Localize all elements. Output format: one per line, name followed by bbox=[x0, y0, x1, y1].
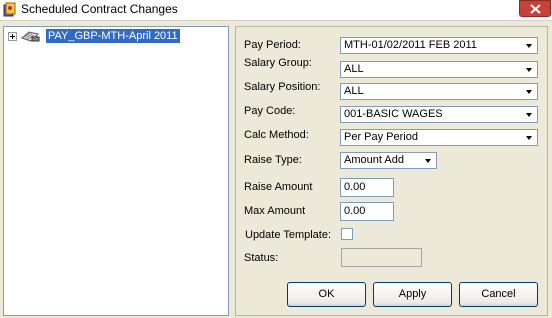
chevron-down-icon[interactable] bbox=[523, 108, 536, 121]
salary-group-select[interactable]: ALL bbox=[340, 61, 538, 78]
pay-period-select[interactable]: MTH-01/02/2011 FEB 2011 bbox=[340, 37, 538, 54]
calc-method-value: Per Pay Period bbox=[344, 131, 418, 143]
status-field bbox=[341, 248, 422, 267]
pay-period-label: Pay Period: bbox=[244, 39, 301, 51]
payroll-folder-icon bbox=[20, 29, 42, 43]
tree-item-label[interactable]: PAY_GBP-MTH-April 2011 bbox=[46, 29, 180, 43]
pay-code-value: 001-BASIC WAGES bbox=[344, 108, 443, 120]
pay-code-select[interactable]: 001-BASIC WAGES bbox=[340, 106, 538, 123]
contract-tree[interactable]: PAY_GBP-MTH-April 2011 bbox=[3, 26, 229, 316]
window-title: Scheduled Contract Changes bbox=[21, 2, 178, 16]
close-icon bbox=[530, 4, 541, 14]
calc-method-label: Calc Method: bbox=[244, 129, 309, 141]
salary-position-select[interactable]: ALL bbox=[340, 83, 538, 100]
salary-group-value: ALL bbox=[344, 63, 364, 75]
chevron-down-icon[interactable] bbox=[523, 85, 536, 98]
pay-period-value: MTH-01/02/2011 FEB 2011 bbox=[344, 39, 477, 51]
cancel-button[interactable]: Cancel bbox=[459, 282, 538, 307]
title-bar: Scheduled Contract Changes bbox=[0, 0, 552, 21]
raise-amount-label: Raise Amount bbox=[244, 181, 313, 193]
raise-amount-value: 0.00 bbox=[344, 181, 366, 193]
calc-method-select[interactable]: Per Pay Period bbox=[340, 129, 538, 146]
close-button[interactable] bbox=[519, 0, 551, 17]
update-template-label: Update Template: bbox=[245, 229, 332, 241]
apply-button[interactable]: Apply bbox=[373, 282, 452, 307]
max-amount-input[interactable]: 0.00 bbox=[340, 202, 394, 221]
chevron-down-icon[interactable] bbox=[523, 63, 536, 76]
chevron-down-icon[interactable] bbox=[523, 131, 536, 144]
salary-group-label: Salary Group: bbox=[244, 57, 312, 69]
max-amount-label: Max Amount bbox=[244, 205, 306, 217]
raise-type-value: Amount Add bbox=[344, 154, 404, 166]
salary-position-value: ALL bbox=[344, 85, 364, 97]
app-icon bbox=[3, 2, 17, 17]
pay-code-label: Pay Code: bbox=[244, 105, 296, 117]
status-label: Status: bbox=[244, 252, 279, 264]
max-amount-value: 0.00 bbox=[344, 205, 366, 217]
chevron-down-icon[interactable] bbox=[422, 154, 435, 167]
update-template-checkbox[interactable] bbox=[341, 228, 353, 240]
ok-button[interactable]: OK bbox=[287, 282, 366, 307]
raise-type-label: Raise Type: bbox=[244, 154, 302, 166]
salary-position-label: Salary Position: bbox=[244, 81, 321, 93]
raise-type-select[interactable]: Amount Add bbox=[340, 152, 437, 169]
raise-amount-input[interactable]: 0.00 bbox=[340, 178, 394, 197]
expand-icon[interactable] bbox=[8, 32, 17, 41]
chevron-down-icon[interactable] bbox=[523, 39, 536, 52]
